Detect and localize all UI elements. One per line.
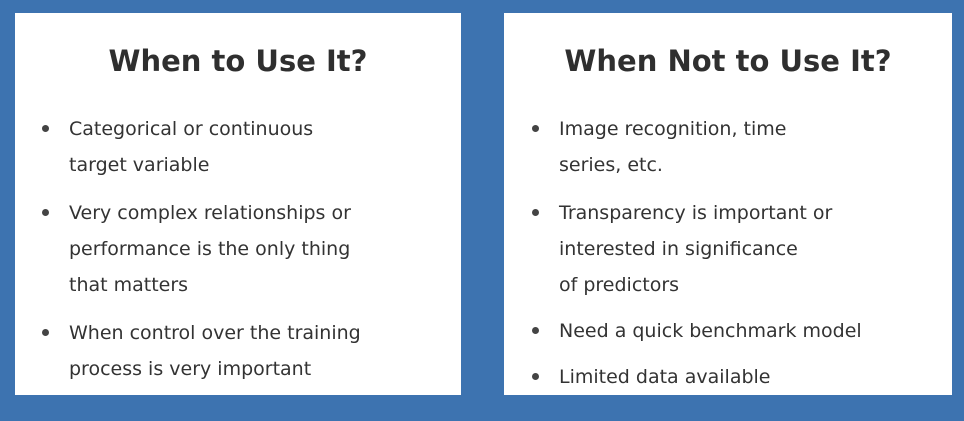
- list-item-line: Very complex relationships or: [69, 202, 351, 224]
- list-item-line: performance is the only thing: [69, 238, 351, 260]
- list-item: Limited data available: [532, 359, 771, 395]
- list-item-line: series, etc.: [559, 154, 663, 176]
- list-item-line: target variable: [69, 154, 210, 176]
- list-item: When control over the training process i…: [42, 315, 361, 387]
- list-item-line: Image recognition, time: [559, 118, 787, 140]
- list-item: Transparency is important or interested …: [532, 195, 833, 303]
- list-item-line: of predictors: [559, 274, 680, 296]
- bullet-icon: [42, 209, 49, 216]
- list-item: Need a quick benchmark model: [532, 313, 862, 349]
- list-item-line: process is very important: [69, 358, 312, 380]
- list-item-line: that matters: [69, 274, 189, 296]
- when-not-to-use-title: When Not to Use It?: [564, 44, 892, 78]
- when-to-use-panel: When to Use It? Categorical or continuou…: [15, 13, 461, 395]
- list-item-line: Limited data available: [559, 366, 771, 388]
- bullet-icon: [532, 327, 539, 334]
- list-item-line: Transparency is important or: [559, 202, 833, 224]
- list-item: Image recognition, time series, etc.: [532, 111, 787, 183]
- bullet-icon: [42, 125, 49, 132]
- bullet-icon: [42, 329, 49, 336]
- when-not-to-use-panel: When Not to Use It? Image recognition, t…: [504, 13, 952, 395]
- list-item-line: Need a quick benchmark model: [559, 320, 862, 342]
- bullet-icon: [532, 125, 539, 132]
- list-item-line: When control over the training: [69, 322, 361, 344]
- bullet-icon: [532, 209, 539, 216]
- list-item-line: interested in significance: [559, 238, 798, 260]
- list-item: Very complex relationships or performanc…: [42, 195, 351, 303]
- bullet-icon: [532, 373, 539, 380]
- when-to-use-title: When to Use It?: [108, 44, 368, 78]
- list-item-line: Categorical or continuous: [69, 118, 314, 140]
- list-item: Categorical or continuous target variabl…: [42, 111, 314, 183]
